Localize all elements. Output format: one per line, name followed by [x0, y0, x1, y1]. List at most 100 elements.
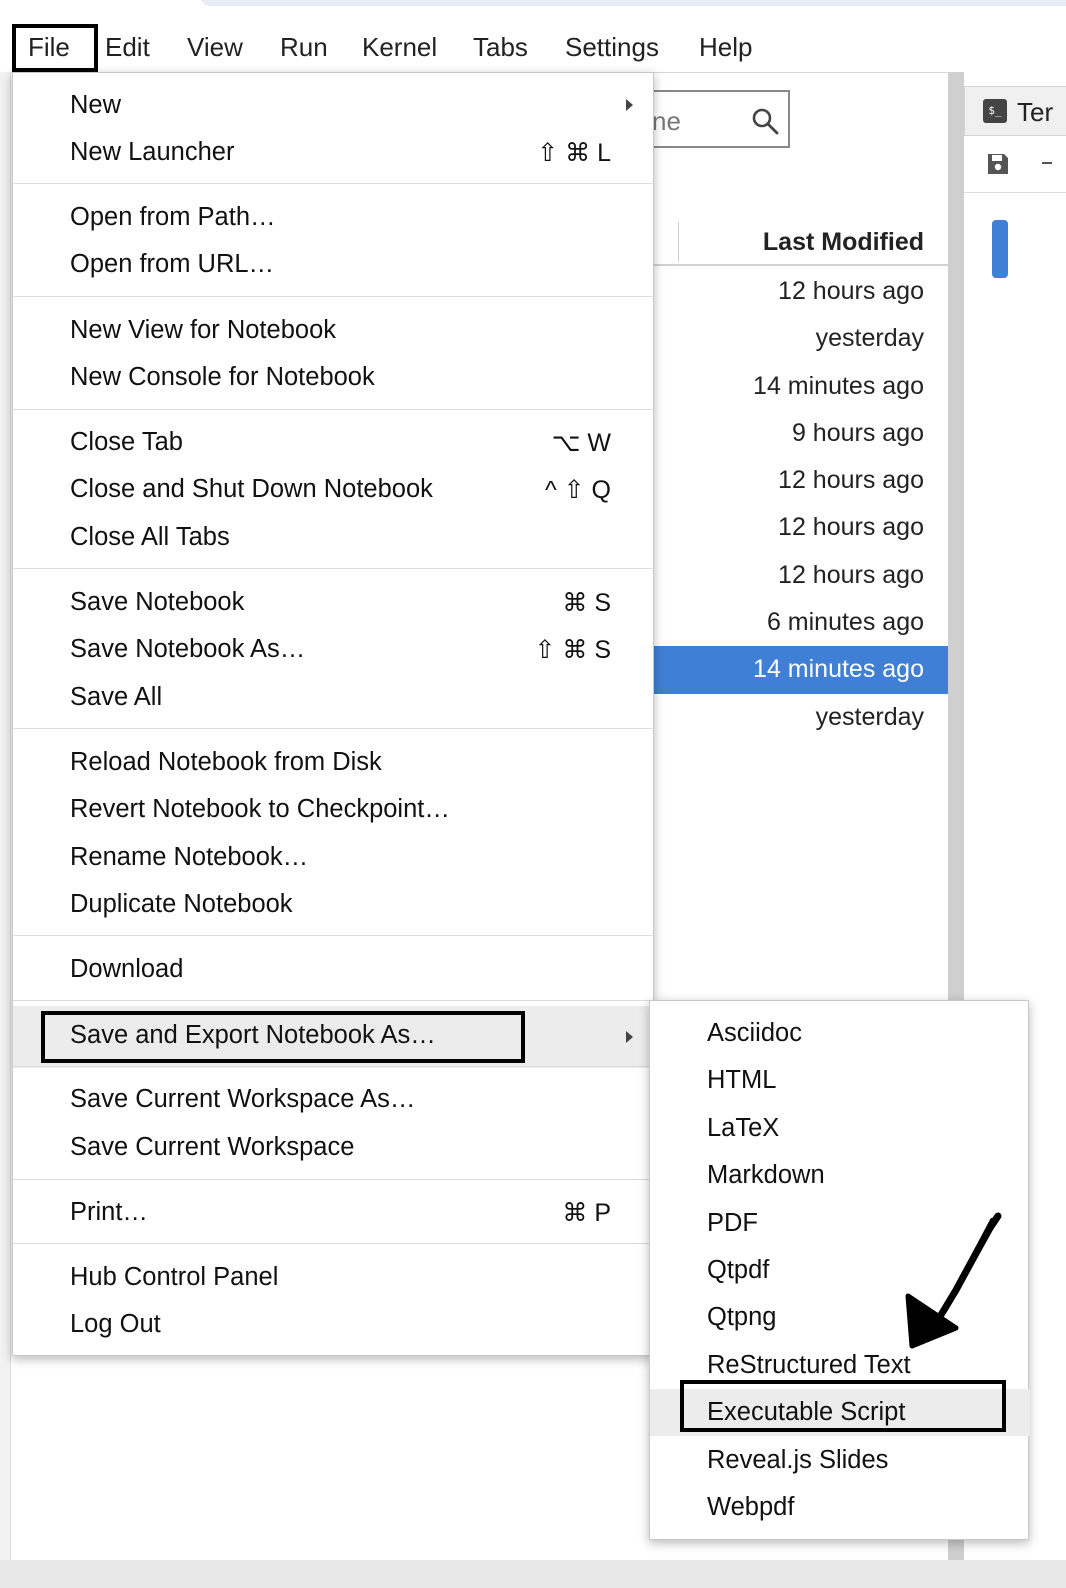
menu-item-reload-notebook[interactable]: Reload Notebook from Disk: [13, 739, 655, 786]
menu-item-label: New Console for Notebook: [70, 363, 375, 391]
shortcut-label: ⌘ P: [562, 1199, 611, 1227]
menu-item-close-tab[interactable]: Close Tab ⌥ W: [13, 419, 655, 466]
notebook-toolbar: [964, 136, 1066, 193]
menu-separator: [13, 935, 655, 936]
menu-item-open-from-path[interactable]: Open from Path…: [13, 194, 655, 241]
menu-item-save-notebook[interactable]: Save Notebook ⌘ S: [13, 579, 655, 626]
menu-help[interactable]: Help: [699, 16, 752, 72]
last-modified-column-header[interactable]: Last Modified: [763, 228, 924, 257]
menu-item-label: Print…: [70, 1198, 148, 1226]
file-row[interactable]: 12 hours ago: [620, 552, 948, 599]
toolbar-overflow[interactable]: [1042, 162, 1052, 164]
menu-item-label: Save Current Workspace: [70, 1133, 355, 1161]
menu-item-close-and-shutdown[interactable]: Close and Shut Down Notebook ^ ⇧ Q: [13, 466, 655, 513]
file-row[interactable]: yesterday: [620, 315, 948, 362]
menu-item-label: New Launcher: [70, 138, 235, 166]
menu-item-label: PDF: [707, 1209, 758, 1237]
file-row[interactable]: 14 minutes ago: [620, 363, 948, 410]
shortcut-label: ⇧ ⌘ L: [537, 139, 611, 167]
menu-edit[interactable]: Edit: [105, 16, 150, 72]
menu-item-download[interactable]: Download: [13, 946, 655, 993]
active-cell-indicator: [992, 220, 1008, 278]
modified-time: 9 hours ago: [791, 418, 924, 447]
annotation-arrow-icon: [905, 1212, 1002, 1349]
file-row[interactable]: 12 hours ago: [620, 504, 948, 551]
menu-item-revert-notebook[interactable]: Revert Notebook to Checkpoint…: [13, 786, 655, 833]
menu-separator: [13, 1179, 655, 1180]
shortcut-label: ^ ⇧ Q: [544, 476, 611, 504]
menu-run[interactable]: Run: [280, 16, 328, 72]
menu-item-label: Reload Notebook from Disk: [70, 748, 382, 776]
export-markdown[interactable]: Markdown: [650, 1152, 1030, 1199]
file-row[interactable]: 12 hours ago: [620, 457, 948, 504]
file-row[interactable]: 6 minutes ago: [620, 599, 948, 646]
menu-item-new-console[interactable]: New Console for Notebook: [13, 354, 655, 401]
terminal-icon: $_: [983, 99, 1007, 123]
top-pill: [200, 0, 1066, 6]
menubar: File Edit View Run Kernel Tabs Settings …: [0, 16, 1066, 73]
menu-item-close-all-tabs[interactable]: Close All Tabs: [13, 514, 655, 561]
menu-item-print[interactable]: Print… ⌘ P: [13, 1189, 655, 1236]
export-webpdf[interactable]: Webpdf: [650, 1484, 1030, 1531]
search-icon[interactable]: [750, 106, 780, 136]
menu-item-save-all[interactable]: Save All: [13, 674, 655, 721]
menu-separator: [13, 1000, 655, 1001]
menu-item-open-from-url[interactable]: Open from URL…: [13, 241, 655, 288]
menu-separator: [13, 409, 655, 410]
search-placeholder: ne: [652, 106, 681, 136]
menu-item-label: Log Out: [70, 1310, 161, 1338]
menu-item-log-out[interactable]: Log Out: [13, 1301, 655, 1348]
column-separator[interactable]: [678, 222, 679, 262]
menu-item-label: Open from URL…: [70, 250, 275, 278]
menu-item-label: Close All Tabs: [70, 523, 230, 551]
menu-item-save-workspace-as[interactable]: Save Current Workspace As…: [13, 1076, 655, 1123]
menu-item-new-launcher[interactable]: New Launcher ⇧ ⌘ L: [13, 129, 655, 176]
menu-item-label: Close Tab: [70, 428, 183, 456]
menu-item-save-notebook-as[interactable]: Save Notebook As… ⇧ ⌘ S: [13, 626, 655, 673]
export-html[interactable]: HTML: [650, 1057, 1030, 1104]
tab-label: Ter: [1017, 97, 1054, 127]
save-icon[interactable]: [986, 152, 1010, 176]
menu-item-save-and-export[interactable]: Save and Export Notebook As…: [13, 1006, 655, 1068]
modified-time: 12 hours ago: [778, 466, 924, 495]
shortcut-label: ⌘ S: [562, 589, 611, 617]
menu-item-save-workspace[interactable]: Save Current Workspace: [13, 1124, 655, 1171]
file-list-header: Last Modified: [620, 216, 948, 266]
file-row[interactable]: yesterday: [620, 694, 948, 741]
file-row[interactable]: 12 hours ago: [620, 268, 948, 315]
modified-time: 6 minutes ago: [766, 608, 924, 637]
menu-item-label: Asciidoc: [707, 1019, 802, 1047]
menu-settings[interactable]: Settings: [565, 16, 659, 72]
modified-time: 12 hours ago: [778, 277, 924, 305]
menu-item-label: New View for Notebook: [70, 316, 336, 344]
menu-item-label: ReStructured Text: [707, 1351, 911, 1379]
menu-tabs[interactable]: Tabs: [473, 16, 528, 72]
modified-time: 14 minutes ago: [753, 371, 924, 400]
menu-view[interactable]: View: [187, 16, 243, 72]
menu-item-label: New: [70, 91, 122, 119]
menu-item-duplicate-notebook[interactable]: Duplicate Notebook: [13, 881, 655, 928]
menu-item-label: Qtpng: [707, 1303, 777, 1331]
export-revealjs-slides[interactable]: Reveal.js Slides: [650, 1437, 1030, 1484]
tab-terminal[interactable]: $_ Ter: [964, 86, 1066, 136]
export-asciidoc[interactable]: Asciidoc: [650, 1010, 1030, 1057]
menu-item-label: LaTeX: [707, 1114, 780, 1142]
menu-item-label: Qtpdf: [707, 1256, 770, 1284]
file-row[interactable]: 9 hours ago: [620, 410, 948, 457]
menu-item-label: Revert Notebook to Checkpoint…: [70, 795, 450, 823]
menu-item-label: Rename Notebook…: [70, 843, 309, 871]
export-latex[interactable]: LaTeX: [650, 1105, 1030, 1152]
menu-item-hub-control-panel[interactable]: Hub Control Panel: [13, 1254, 655, 1301]
menu-item-rename-notebook[interactable]: Rename Notebook…: [13, 834, 655, 881]
annotation-highlight-box: [680, 1380, 1006, 1432]
menu-kernel[interactable]: Kernel: [362, 16, 437, 72]
file-row-selected[interactable]: 14 minutes ago: [620, 646, 948, 694]
menu-separator: [13, 1243, 655, 1244]
file-menu-highlight-box: [12, 24, 98, 72]
menu-item-new[interactable]: New: [13, 82, 655, 129]
menu-item-label: HTML: [707, 1066, 777, 1094]
menu-separator: [13, 183, 655, 184]
menu-item-label: Save All: [70, 683, 163, 711]
export-executable-script[interactable]: Executable Script: [650, 1380, 1030, 1437]
menu-item-new-view[interactable]: New View for Notebook: [13, 307, 655, 354]
